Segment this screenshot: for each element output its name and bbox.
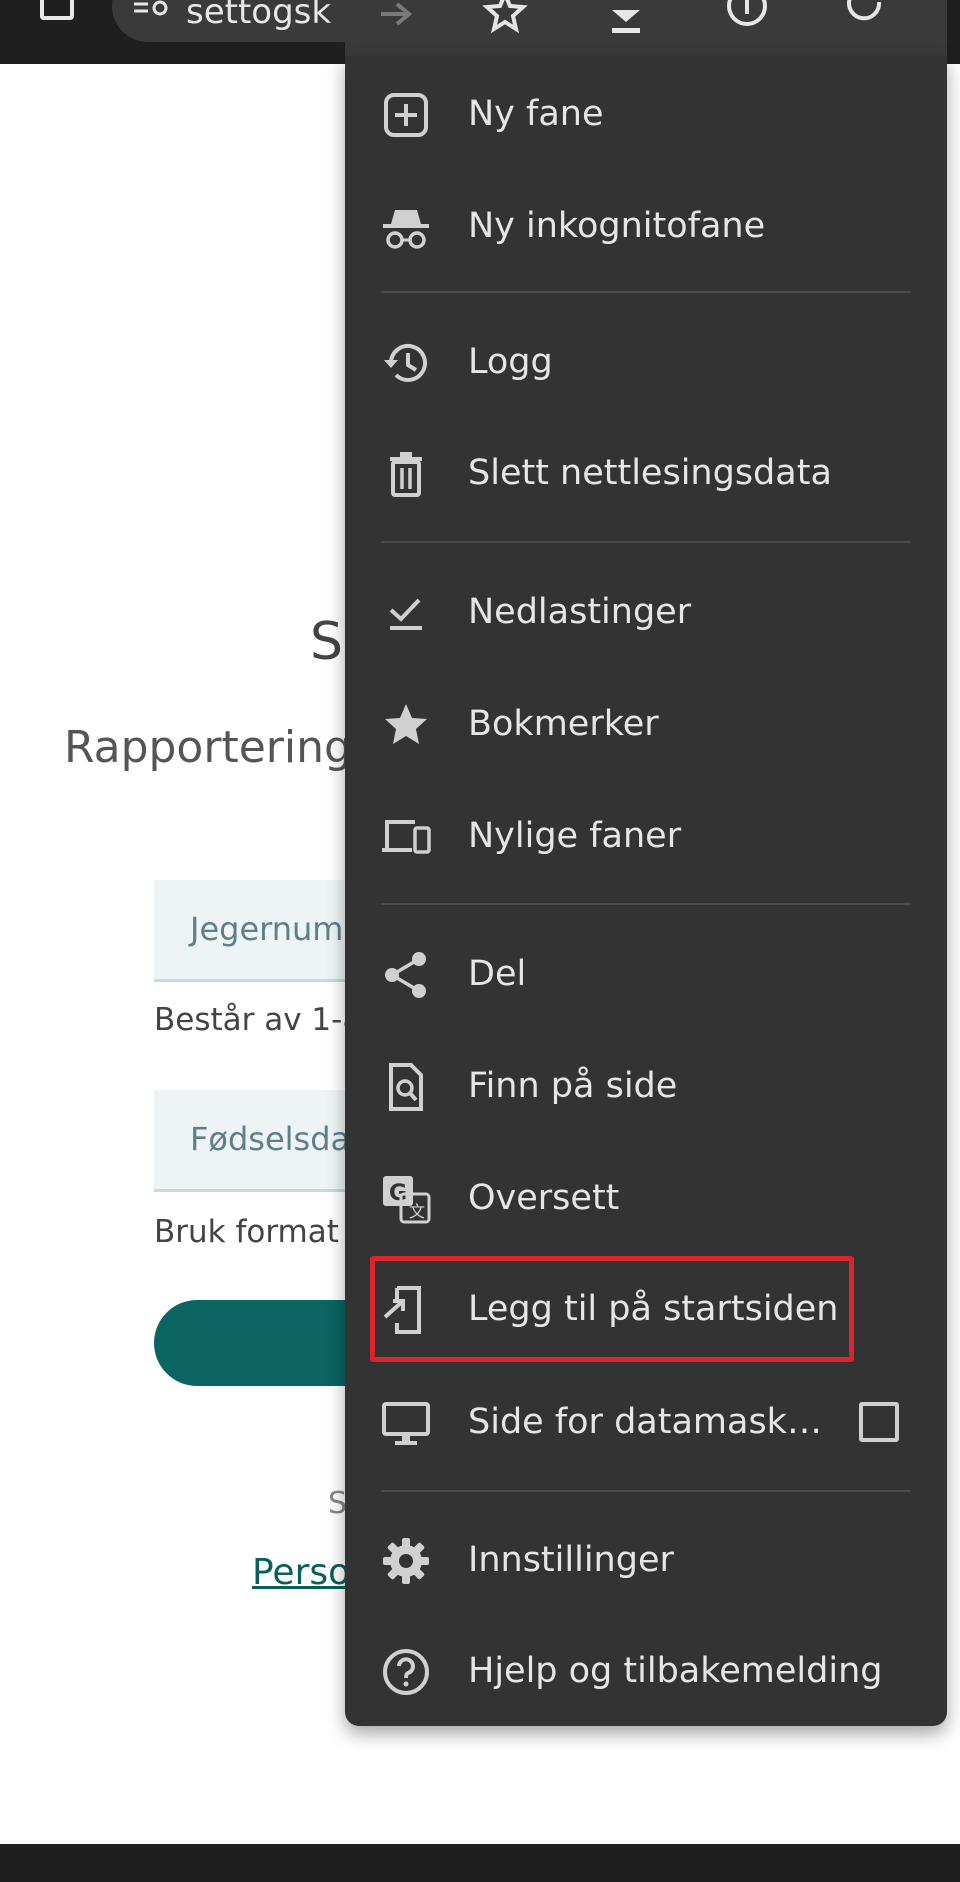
menu-item-label: Oversett bbox=[468, 1178, 620, 1218]
download-icon[interactable] bbox=[602, 0, 650, 46]
find-in-page-icon bbox=[389, 1063, 423, 1111]
menu-item-label: Logg bbox=[468, 342, 553, 382]
menu-action-row bbox=[345, 0, 947, 56]
menu-item-label: Del bbox=[468, 954, 527, 994]
menu-item-label: Finn på side bbox=[468, 1066, 678, 1106]
page-info-icon[interactable] bbox=[723, 0, 771, 46]
menu-item-share[interactable]: Del bbox=[345, 924, 947, 1024]
menu-item-help[interactable]: Hjelp og tilbakemelding bbox=[345, 1621, 947, 1721]
page-subtitle: Rapportering bbox=[64, 722, 352, 773]
menu-item-find-in-page[interactable]: Finn på side bbox=[345, 1036, 947, 1136]
system-navigation-bar bbox=[0, 1844, 960, 1882]
menu-item-label: Hjelp og tilbakemelding bbox=[468, 1651, 883, 1691]
menu-item-settings[interactable]: Innstillinger bbox=[345, 1510, 947, 1610]
menu-item-label: Side for datamask… bbox=[468, 1402, 822, 1442]
menu-item-history[interactable]: Logg bbox=[345, 312, 947, 412]
svg-text:文: 文 bbox=[409, 1202, 425, 1221]
menu-item-recent-tabs[interactable]: Nylige faner bbox=[345, 786, 947, 886]
menu-divider bbox=[381, 1490, 911, 1492]
share-icon bbox=[385, 952, 426, 998]
menu-item-downloads[interactable]: Nedlastinger bbox=[345, 562, 947, 662]
birth-date-help: Bruk format bbox=[154, 1214, 339, 1250]
hunter-number-help: Består av 1-8 bbox=[154, 1002, 363, 1038]
menu-item-clear-data[interactable]: Slett nettlesingsdata bbox=[345, 423, 947, 523]
url-text: settogsk bbox=[186, 0, 332, 32]
menu-item-translate[interactable]: G 文 Oversett bbox=[345, 1148, 947, 1248]
highlight-annotation bbox=[370, 1256, 854, 1362]
menu-item-label: Ny inkognitofane bbox=[468, 206, 766, 246]
downloads-icon bbox=[389, 598, 422, 630]
forward-icon[interactable] bbox=[373, 0, 421, 46]
menu-item-desktop-site[interactable]: Side for datamask… bbox=[345, 1372, 947, 1472]
gear-icon bbox=[383, 1538, 429, 1584]
star-icon bbox=[385, 704, 427, 744]
menu-item-label: Nedlastinger bbox=[468, 592, 692, 632]
history-icon bbox=[384, 343, 427, 382]
translate-icon: G 文 bbox=[383, 1176, 431, 1224]
menu-item-new-tab[interactable]: Ny fane bbox=[345, 64, 947, 164]
refresh-icon[interactable] bbox=[841, 0, 889, 46]
menu-item-incognito[interactable]: Ny inkognitofane bbox=[345, 176, 947, 276]
menu-item-label: Innstillinger bbox=[468, 1540, 674, 1580]
menu-item-label: Slett nettlesingsdata bbox=[468, 453, 832, 493]
tab-switcher-button[interactable] bbox=[40, 0, 74, 20]
menu-item-label: Nylige faner bbox=[468, 816, 682, 856]
desktop-icon bbox=[382, 1402, 430, 1445]
menu-divider bbox=[381, 903, 911, 905]
page-title: S bbox=[310, 612, 344, 672]
desktop-site-checkbox[interactable] bbox=[859, 1402, 899, 1442]
menu-divider bbox=[381, 291, 911, 293]
incognito-icon bbox=[383, 210, 429, 249]
devices-icon bbox=[382, 820, 431, 854]
bookmark-star-icon[interactable] bbox=[481, 0, 529, 46]
help-icon bbox=[383, 1649, 429, 1695]
menu-divider bbox=[381, 541, 911, 543]
menu-item-label: Bokmerker bbox=[468, 704, 659, 744]
birth-date-placeholder: Fødselsda bbox=[190, 1120, 351, 1158]
site-settings-icon[interactable] bbox=[134, 0, 170, 16]
menu-item-bookmarks[interactable]: Bokmerker bbox=[345, 674, 947, 774]
menu-item-label: Ny fane bbox=[468, 94, 604, 134]
overflow-menu: Ny fane Ny inkognitofane Logg Slett nett… bbox=[345, 56, 947, 1726]
privacy-link[interactable]: Perso bbox=[252, 1552, 350, 1593]
trash-icon bbox=[390, 452, 422, 497]
new-tab-icon bbox=[384, 93, 428, 137]
